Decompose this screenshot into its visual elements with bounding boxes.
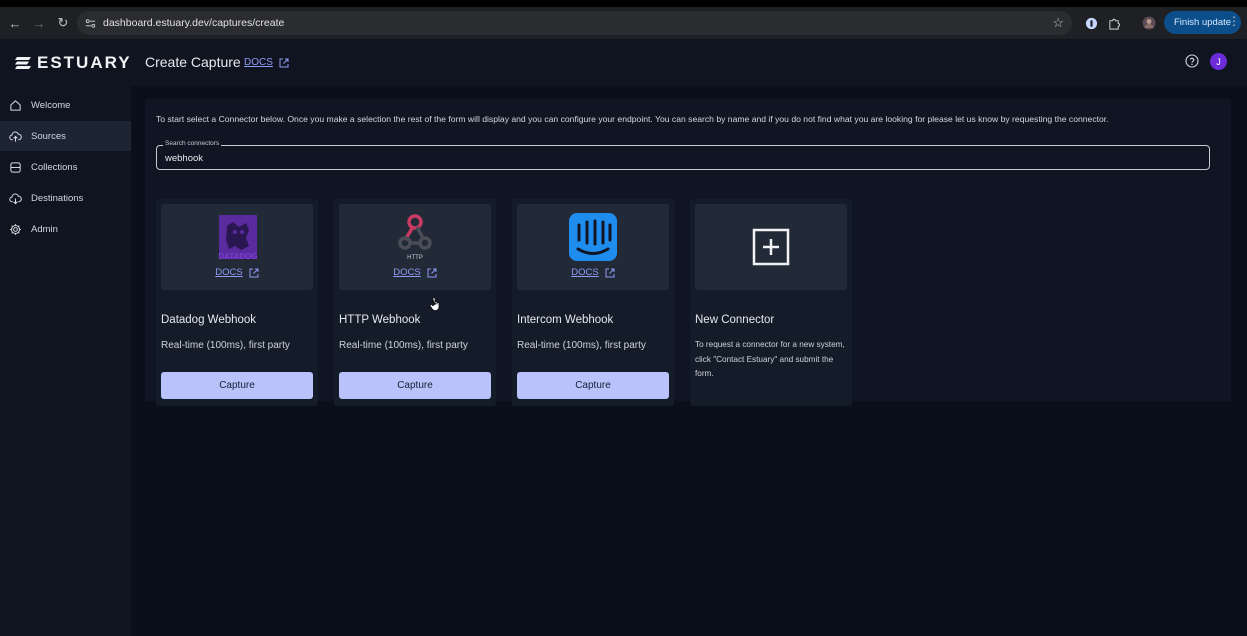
estuary-logo-icon	[15, 57, 31, 69]
url-text[interactable]: dashboard.estuary.dev/captures/create	[103, 17, 284, 29]
datadog-wordmark: DATADOG	[218, 252, 257, 261]
capture-button[interactable]: Capture	[517, 372, 669, 399]
connector-logo-area	[695, 204, 847, 290]
docs-link-label: DOCS	[215, 267, 243, 278]
docs-link-label: DOCS	[244, 57, 273, 68]
password-manager-icon[interactable]	[1083, 15, 1099, 31]
main-content: To start select a Connector below. Once …	[131, 86, 1247, 636]
external-link-icon	[249, 268, 259, 277]
connector-title: Datadog Webhook	[161, 314, 257, 326]
external-link-icon	[605, 268, 615, 277]
sidebar-item-label: Admin	[31, 223, 58, 235]
address-bar[interactable]: dashboard.estuary.dev/captures/create ☆	[77, 11, 1072, 35]
cloud-upload-icon	[9, 131, 22, 142]
connector-docs-link[interactable]: DOCS	[161, 267, 313, 278]
external-link-icon	[279, 58, 289, 67]
intro-text: To start select a Connector below. Once …	[156, 114, 1109, 124]
sidebar-item-label: Welcome	[31, 99, 71, 111]
hand-cursor-icon	[429, 297, 440, 311]
user-avatar[interactable]: J	[1210, 53, 1227, 70]
capture-button[interactable]: Capture	[339, 372, 491, 399]
connector-description: Real-time (100ms), first party	[517, 340, 646, 351]
sidebar-item-welcome[interactable]: Welcome	[0, 90, 131, 120]
connector-card-intercom[interactable]: DOCS Intercom Webhook Real-time (100ms),…	[512, 199, 674, 406]
cloud-download-icon	[9, 193, 22, 204]
docs-link-label: DOCS	[393, 267, 421, 278]
database-icon	[10, 161, 21, 173]
window-top-strip	[0, 0, 1247, 7]
connector-logo-area: HTTP DOCS	[339, 204, 491, 290]
connector-title: New Connector	[695, 314, 775, 326]
logo-text: ESTUARY	[37, 53, 132, 72]
reload-icon[interactable]: ↻	[54, 14, 72, 32]
webhook-logo-icon: HTTP	[398, 214, 432, 261]
capture-button[interactable]: Capture	[161, 372, 313, 399]
docs-link[interactable]: DOCS	[244, 57, 289, 68]
connector-description: To request a connector for a new system,…	[695, 340, 845, 378]
browser-toolbar: ← → ↻ dashboard.estuary.dev/captures/cre…	[0, 7, 1247, 39]
connector-card-http[interactable]: HTTP DOCS HTTP Webhook Real-time (100ms)…	[334, 199, 496, 406]
app-header: ESTUARY Create Capture DOCS J	[0, 39, 1247, 86]
profile-avatar-icon[interactable]	[1141, 15, 1157, 31]
connector-docs-link[interactable]: DOCS	[339, 267, 491, 278]
search-connectors-field[interactable]: Search connectors	[156, 140, 1210, 170]
docs-link-label: DOCS	[571, 267, 599, 278]
forward-icon[interactable]: →	[30, 14, 48, 32]
connector-title: HTTP Webhook	[339, 314, 421, 326]
sidebar-item-label: Sources	[31, 130, 66, 142]
connector-logo-area: DATADOG DOCS	[161, 204, 313, 290]
help-icon[interactable]	[1185, 54, 1199, 68]
home-icon	[10, 99, 21, 111]
bookmark-star-icon[interactable]: ☆	[1052, 15, 1064, 31]
search-label: Search connectors	[163, 140, 222, 147]
page-title: Create Capture	[145, 54, 241, 70]
sidebar: Welcome Sources Collections Destinations…	[0, 86, 131, 636]
sidebar-item-destinations[interactable]: Destinations	[0, 183, 131, 213]
site-settings-icon[interactable]	[83, 16, 97, 30]
connector-description: Real-time (100ms), first party	[339, 340, 468, 351]
sidebar-item-label: Destinations	[31, 192, 84, 204]
sidebar-item-collections[interactable]: Collections	[0, 152, 131, 182]
sidebar-item-admin[interactable]: Admin	[0, 214, 131, 244]
connector-title: Intercom Webhook	[517, 314, 614, 326]
connector-logo-area: DOCS	[517, 204, 669, 290]
datadog-logo-icon: DATADOG	[218, 215, 258, 261]
connector-card-new[interactable]: New Connector To request a connector for…	[690, 199, 852, 406]
add-box-icon	[752, 228, 790, 266]
external-link-icon	[427, 268, 437, 277]
connector-description: Real-time (100ms), first party	[161, 340, 290, 351]
connector-panel: To start select a Connector below. Once …	[145, 99, 1231, 406]
gear-icon	[10, 223, 21, 235]
browser-menu-icon[interactable]: ⋮	[1228, 14, 1240, 28]
intercom-logo-icon	[569, 213, 617, 261]
estuary-logo[interactable]: ESTUARY	[15, 53, 132, 73]
http-wordmark: HTTP	[407, 255, 423, 261]
connector-card-datadog[interactable]: DATADOG DOCS Datadog Webhook Real-time (…	[156, 199, 318, 406]
extensions-puzzle-icon[interactable]	[1106, 15, 1122, 31]
connector-docs-link[interactable]: DOCS	[517, 267, 669, 278]
sidebar-item-label: Collections	[31, 161, 78, 173]
back-icon[interactable]: ←	[6, 14, 24, 32]
sidebar-item-sources[interactable]: Sources	[0, 121, 131, 151]
search-input[interactable]	[165, 151, 1195, 165]
